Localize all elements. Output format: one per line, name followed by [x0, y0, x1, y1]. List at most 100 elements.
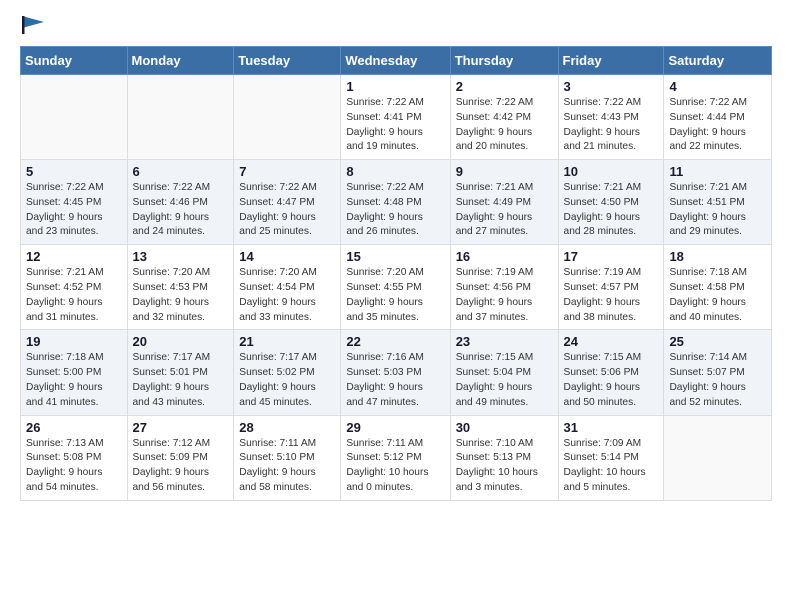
day-number: 15: [346, 249, 444, 264]
day-number: 28: [239, 420, 335, 435]
day-info: Sunrise: 7:22 AM Sunset: 4:46 PM Dayligh…: [133, 181, 229, 240]
week-row-5: 26 Sunrise: 7:13 AM Sunset: 5:08 PM Dayli…: [21, 415, 772, 500]
day-number: 6: [133, 164, 229, 179]
day-number: 17: [564, 249, 659, 264]
weekday-header-thursday: Thursday: [450, 47, 558, 75]
calendar-cell: 3Sunrise: 7:22 AM Sunset: 4:43 PM Daylig…: [558, 75, 664, 160]
calendar-cell: 5 Sunrise: 7:22 AM Sunset: 4:45 PM Daylig…: [21, 160, 128, 245]
calendar-cell: 13 Sunrise: 7:20 AM Sunset: 4:53 PM Dayli…: [127, 245, 234, 330]
calendar-cell: 25Sunrise: 7:14 AM Sunset: 5:07 PM Dayli…: [664, 330, 772, 415]
weekday-header-saturday: Saturday: [664, 47, 772, 75]
day-number: 8: [346, 164, 444, 179]
day-info: Sunrise: 7:21 AM Sunset: 4:50 PM Dayligh…: [564, 181, 659, 240]
day-number: 21: [239, 334, 335, 349]
weekday-header-wednesday: Wednesday: [341, 47, 450, 75]
day-number: 9: [456, 164, 553, 179]
day-number: 25: [669, 334, 766, 349]
weekday-header-sunday: Sunday: [21, 47, 128, 75]
week-row-4: 19 Sunrise: 7:18 AM Sunset: 5:00 PM Dayli…: [21, 330, 772, 415]
day-info: Sunrise: 7:18 AM Sunset: 4:58 PM Dayligh…: [669, 266, 766, 325]
calendar-cell: 16Sunrise: 7:19 AM Sunset: 4:56 PM Dayli…: [450, 245, 558, 330]
calendar-cell: 26 Sunrise: 7:13 AM Sunset: 5:08 PM Dayli…: [21, 415, 128, 500]
day-info: Sunrise: 7:15 AM Sunset: 5:04 PM Dayligh…: [456, 351, 553, 410]
calendar-cell: 1Sunrise: 7:22 AM Sunset: 4:41 PM Daylig…: [341, 75, 450, 160]
calendar-cell: 29Sunrise: 7:11 AM Sunset: 5:12 PM Dayli…: [341, 415, 450, 500]
day-info: Sunrise: 7:19 AM Sunset: 4:57 PM Dayligh…: [564, 266, 659, 325]
calendar-cell: 14Sunrise: 7:20 AM Sunset: 4:54 PM Dayli…: [234, 245, 341, 330]
calendar-cell: 28 Sunrise: 7:11 AM Sunset: 5:10 PM Dayli…: [234, 415, 341, 500]
day-number: 23: [456, 334, 553, 349]
day-number: 27: [133, 420, 229, 435]
calendar-cell: 11 Sunrise: 7:21 AM Sunset: 4:51 PM Dayli…: [664, 160, 772, 245]
day-info: Sunrise: 7:21 AM Sunset: 4:51 PM Dayligh…: [669, 181, 766, 240]
day-number: 26: [26, 420, 122, 435]
day-number: 30: [456, 420, 553, 435]
day-info: Sunrise: 7:12 AM Sunset: 5:09 PM Dayligh…: [133, 437, 229, 496]
logo-flag-icon: [22, 16, 44, 34]
day-number: 22: [346, 334, 444, 349]
week-row-1: 1Sunrise: 7:22 AM Sunset: 4:41 PM Daylig…: [21, 75, 772, 160]
calendar-cell: [127, 75, 234, 160]
day-info: Sunrise: 7:22 AM Sunset: 4:41 PM Dayligh…: [346, 96, 444, 155]
day-info: Sunrise: 7:11 AM Sunset: 5:10 PM Dayligh…: [239, 437, 335, 496]
day-number: 18: [669, 249, 766, 264]
calendar-cell: [21, 75, 128, 160]
calendar-cell: 22 Sunrise: 7:16 AM Sunset: 5:03 PM Dayli…: [341, 330, 450, 415]
day-info: Sunrise: 7:13 AM Sunset: 5:08 PM Dayligh…: [26, 437, 122, 496]
calendar-cell: 7 Sunrise: 7:22 AM Sunset: 4:47 PM Daylig…: [234, 160, 341, 245]
calendar-cell: 31 Sunrise: 7:09 AM Sunset: 5:14 PM Dayli…: [558, 415, 664, 500]
day-info: Sunrise: 7:22 AM Sunset: 4:47 PM Dayligh…: [239, 181, 335, 240]
calendar-cell: 24 Sunrise: 7:15 AM Sunset: 5:06 PM Dayli…: [558, 330, 664, 415]
page: SundayMondayTuesdayWednesdayThursdayFrid…: [0, 0, 792, 517]
day-info: Sunrise: 7:22 AM Sunset: 4:48 PM Dayligh…: [346, 181, 444, 240]
day-info: Sunrise: 7:22 AM Sunset: 4:43 PM Dayligh…: [564, 96, 659, 155]
calendar-cell: 17 Sunrise: 7:19 AM Sunset: 4:57 PM Dayli…: [558, 245, 664, 330]
day-number: 29: [346, 420, 444, 435]
day-info: Sunrise: 7:22 AM Sunset: 4:42 PM Dayligh…: [456, 96, 553, 155]
day-number: 11: [669, 164, 766, 179]
week-row-3: 12Sunrise: 7:21 AM Sunset: 4:52 PM Dayli…: [21, 245, 772, 330]
week-row-2: 5 Sunrise: 7:22 AM Sunset: 4:45 PM Daylig…: [21, 160, 772, 245]
weekday-header-monday: Monday: [127, 47, 234, 75]
day-number: 2: [456, 79, 553, 94]
day-info: Sunrise: 7:16 AM Sunset: 5:03 PM Dayligh…: [346, 351, 444, 410]
weekday-header-tuesday: Tuesday: [234, 47, 341, 75]
day-info: Sunrise: 7:17 AM Sunset: 5:02 PM Dayligh…: [239, 351, 335, 410]
day-info: Sunrise: 7:17 AM Sunset: 5:01 PM Dayligh…: [133, 351, 229, 410]
day-info: Sunrise: 7:21 AM Sunset: 4:52 PM Dayligh…: [26, 266, 122, 325]
day-info: Sunrise: 7:09 AM Sunset: 5:14 PM Dayligh…: [564, 437, 659, 496]
day-info: Sunrise: 7:10 AM Sunset: 5:13 PM Dayligh…: [456, 437, 553, 496]
weekday-header-row: SundayMondayTuesdayWednesdayThursdayFrid…: [21, 47, 772, 75]
calendar-cell: 10 Sunrise: 7:21 AM Sunset: 4:50 PM Dayli…: [558, 160, 664, 245]
day-number: 14: [239, 249, 335, 264]
day-number: 19: [26, 334, 122, 349]
day-number: 20: [133, 334, 229, 349]
calendar-cell: [664, 415, 772, 500]
day-info: Sunrise: 7:15 AM Sunset: 5:06 PM Dayligh…: [564, 351, 659, 410]
day-number: 10: [564, 164, 659, 179]
day-number: 31: [564, 420, 659, 435]
day-number: 16: [456, 249, 553, 264]
calendar-cell: 9Sunrise: 7:21 AM Sunset: 4:49 PM Daylig…: [450, 160, 558, 245]
calendar-cell: 21 Sunrise: 7:17 AM Sunset: 5:02 PM Dayli…: [234, 330, 341, 415]
day-info: Sunrise: 7:18 AM Sunset: 5:00 PM Dayligh…: [26, 351, 122, 410]
logo: [20, 16, 44, 36]
day-number: 5: [26, 164, 122, 179]
header: [20, 16, 772, 36]
day-info: Sunrise: 7:20 AM Sunset: 4:55 PM Dayligh…: [346, 266, 444, 325]
day-info: Sunrise: 7:22 AM Sunset: 4:44 PM Dayligh…: [669, 96, 766, 155]
day-number: 4: [669, 79, 766, 94]
calendar-cell: 19 Sunrise: 7:18 AM Sunset: 5:00 PM Dayli…: [21, 330, 128, 415]
calendar-cell: 27 Sunrise: 7:12 AM Sunset: 5:09 PM Dayli…: [127, 415, 234, 500]
day-number: 7: [239, 164, 335, 179]
calendar-table: SundayMondayTuesdayWednesdayThursdayFrid…: [20, 46, 772, 501]
day-number: 24: [564, 334, 659, 349]
calendar-cell: 15 Sunrise: 7:20 AM Sunset: 4:55 PM Dayli…: [341, 245, 450, 330]
day-number: 13: [133, 249, 229, 264]
calendar-cell: 8 Sunrise: 7:22 AM Sunset: 4:48 PM Daylig…: [341, 160, 450, 245]
calendar-cell: 4 Sunrise: 7:22 AM Sunset: 4:44 PM Daylig…: [664, 75, 772, 160]
calendar-cell: 12Sunrise: 7:21 AM Sunset: 4:52 PM Dayli…: [21, 245, 128, 330]
day-info: Sunrise: 7:22 AM Sunset: 4:45 PM Dayligh…: [26, 181, 122, 240]
day-info: Sunrise: 7:20 AM Sunset: 4:53 PM Dayligh…: [133, 266, 229, 325]
calendar-cell: 6 Sunrise: 7:22 AM Sunset: 4:46 PM Daylig…: [127, 160, 234, 245]
